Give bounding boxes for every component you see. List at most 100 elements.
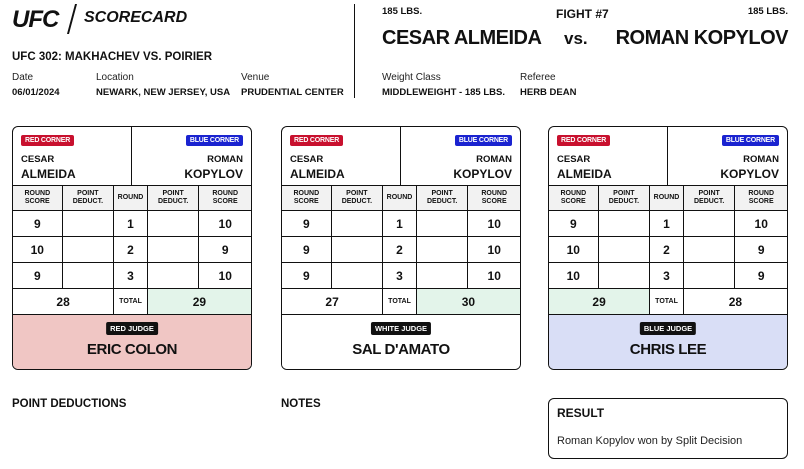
red-total: 29 bbox=[549, 289, 651, 314]
red-round-score: 9 bbox=[13, 211, 63, 236]
red-round-score: 10 bbox=[549, 237, 599, 262]
total-row: 28 TOTAL 29 bbox=[13, 289, 251, 315]
red-point-deduct bbox=[63, 211, 115, 236]
event-title: UFC 302: MAKHACHEV VS. POIRIER bbox=[12, 51, 213, 63]
total-label: TOTAL bbox=[383, 289, 417, 314]
blue-last-name: KOPYLOV bbox=[453, 167, 512, 181]
red-fighter-name: CESAR ALMEIDA bbox=[382, 27, 542, 49]
scorecard-title: SCORECARD bbox=[84, 9, 188, 26]
blue-total: 29 bbox=[147, 289, 251, 314]
red-point-deduct bbox=[332, 237, 384, 262]
round-row: 10 2 9 bbox=[13, 237, 251, 263]
total-row: 27 TOTAL 30 bbox=[282, 289, 520, 315]
blue-fighter-name: ROMAN KOPYLOV bbox=[615, 27, 789, 49]
blue-first-name: ROMAN bbox=[476, 154, 512, 165]
red-weight: 185 LBS. bbox=[382, 6, 423, 17]
blue-round-score: 10 bbox=[218, 268, 232, 283]
red-round-score-header: ROUND SCORE bbox=[549, 186, 599, 210]
red-point-deduct-header: POINT DEDUCT. bbox=[332, 186, 384, 210]
red-round-score: 9 bbox=[282, 263, 332, 288]
judge-area: BLUE JUDGE CHRIS LEE bbox=[549, 315, 787, 369]
blue-corner-cell: BLUE CORNER ROMAN KOPYLOV bbox=[668, 127, 787, 185]
judge-name: CHRIS LEE bbox=[629, 341, 707, 358]
red-corner-name: CESAR ALMEIDA bbox=[557, 153, 612, 181]
judge-name: SAL D'AMATO bbox=[352, 341, 450, 358]
red-corner-cell: RED CORNER CESAR ALMEIDA bbox=[549, 127, 668, 185]
referee-value: HERB DEAN bbox=[520, 87, 577, 98]
blue-corner-name: ROMAN KOPYLOV bbox=[184, 153, 243, 181]
red-first-name: CESAR bbox=[290, 154, 324, 165]
red-point-deduct-header: POINT DEDUCT. bbox=[599, 186, 651, 210]
blue-round-score: 9 bbox=[757, 268, 765, 283]
blue-round-score-header: ROUND SCORE bbox=[748, 190, 775, 205]
red-round-score: 10 bbox=[13, 237, 63, 262]
red-point-deduct bbox=[599, 211, 651, 236]
red-round-score-header: ROUND SCORE bbox=[282, 186, 332, 210]
judge-scorecard-1: RED CORNER CESAR ALMEIDA BLUE CORNER ROM… bbox=[12, 126, 252, 370]
total-row: 29 TOTAL 28 bbox=[549, 289, 787, 315]
round-number: 3 bbox=[650, 263, 684, 288]
blue-point-deduct bbox=[417, 237, 469, 262]
red-total: 27 bbox=[282, 289, 384, 314]
ufc-logo: UFC bbox=[12, 6, 59, 33]
round-row: 9 1 10 bbox=[549, 211, 787, 237]
blue-total: 28 bbox=[728, 294, 743, 309]
red-last-name: ALMEIDA bbox=[21, 167, 76, 181]
red-total: 28 bbox=[13, 289, 115, 314]
blue-point-deduct bbox=[684, 211, 736, 236]
round-header: ROUND bbox=[650, 186, 684, 210]
blue-corner-cell: BLUE CORNER ROMAN KOPYLOV bbox=[401, 127, 520, 185]
blue-point-deduct bbox=[684, 237, 736, 262]
red-round-score: 9 bbox=[549, 211, 599, 236]
red-point-deduct bbox=[63, 263, 115, 288]
blue-point-deduct-header: POINT DEDUCT. bbox=[684, 186, 736, 210]
blue-corner-badge: BLUE CORNER bbox=[185, 135, 243, 146]
result-box: RESULT Roman Kopylov won by Split Decisi… bbox=[548, 398, 788, 459]
round-number: 2 bbox=[383, 237, 417, 262]
red-corner-cell: RED CORNER CESAR ALMEIDA bbox=[282, 127, 401, 185]
corner-row: RED CORNER CESAR ALMEIDA BLUE CORNER ROM… bbox=[282, 127, 520, 186]
red-round-score: 9 bbox=[282, 211, 332, 236]
round-number: 2 bbox=[650, 237, 684, 262]
red-round-score: 9 bbox=[282, 237, 332, 262]
red-corner-name: CESAR ALMEIDA bbox=[290, 153, 345, 181]
round-number: 3 bbox=[114, 263, 148, 288]
blue-point-deduct-header: POINT DEDUCT. bbox=[417, 186, 469, 210]
versus: vs. bbox=[564, 29, 588, 48]
blue-first-name: ROMAN bbox=[207, 154, 243, 165]
blue-round-score: 10 bbox=[487, 242, 501, 257]
blue-round-score-header: ROUND SCORE bbox=[481, 190, 508, 205]
venue-value: PRUDENTIAL CENTER bbox=[241, 87, 344, 98]
red-corner-name: CESAR ALMEIDA bbox=[21, 153, 76, 181]
red-corner-badge: RED CORNER bbox=[557, 135, 611, 146]
result-text: Roman Kopylov won by Split Decision bbox=[557, 435, 743, 447]
judge-area: RED JUDGE ERIC COLON bbox=[13, 315, 251, 369]
score-header-row: ROUND SCORE POINT DEDUCT. ROUND POINT DE… bbox=[13, 186, 251, 211]
judge-scorecard-3: RED CORNER CESAR ALMEIDA BLUE CORNER ROM… bbox=[548, 126, 788, 370]
judge-badge: WHITE JUDGE bbox=[370, 322, 432, 335]
score-header-row: ROUND SCORE POINT DEDUCT. ROUND POINT DE… bbox=[282, 186, 520, 211]
red-first-name: CESAR bbox=[557, 154, 591, 165]
red-point-deduct bbox=[599, 237, 651, 262]
red-point-deduct bbox=[599, 263, 651, 288]
total-label: TOTAL bbox=[114, 289, 148, 314]
referee-label: Referee bbox=[520, 72, 556, 83]
corner-row: RED CORNER CESAR ALMEIDA BLUE CORNER ROM… bbox=[13, 127, 251, 186]
location-value: NEWARK, NEW JERSEY, USA bbox=[96, 87, 231, 98]
blue-point-deduct bbox=[148, 263, 200, 288]
blue-weight: 185 LBS. bbox=[747, 6, 788, 17]
blue-point-deduct bbox=[148, 211, 200, 236]
red-point-deduct bbox=[332, 263, 384, 288]
blue-corner-name: ROMAN KOPYLOV bbox=[720, 153, 779, 181]
date-label: Date bbox=[12, 72, 34, 83]
round-row: 9 1 10 bbox=[13, 211, 251, 237]
round-row: 10 3 9 bbox=[549, 263, 787, 289]
red-last-name: ALMEIDA bbox=[557, 167, 612, 181]
weight-class-value: MIDDLEWEIGHT - 185 LBS. bbox=[382, 87, 505, 98]
red-point-deduct-header: POINT DEDUCT. bbox=[63, 186, 115, 210]
round-row: 9 3 10 bbox=[13, 263, 251, 289]
notes-title: NOTES bbox=[281, 398, 321, 410]
blue-round-score: 10 bbox=[487, 268, 501, 283]
round-number: 1 bbox=[650, 211, 684, 236]
blue-round-score: 10 bbox=[218, 216, 232, 231]
